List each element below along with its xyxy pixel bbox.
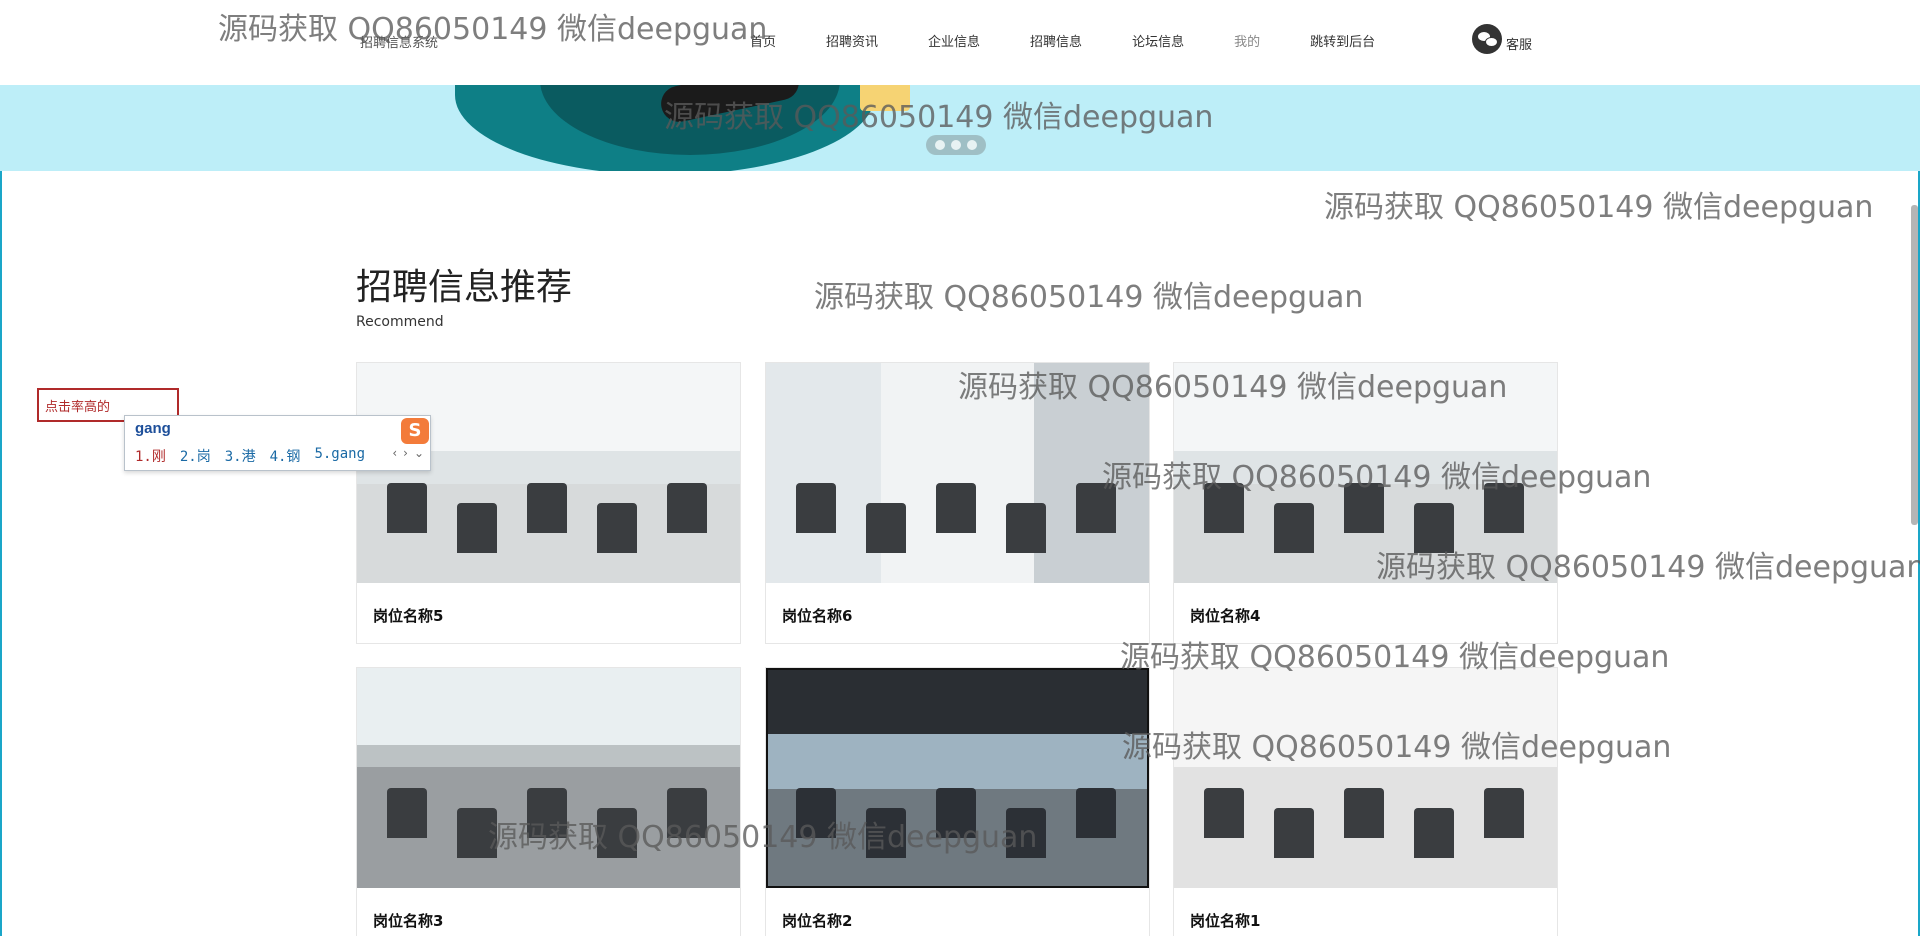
section-subtitle: Recommend bbox=[356, 314, 444, 330]
ime-candidate[interactable]: 4.钢 bbox=[270, 446, 301, 466]
office-chair-shape bbox=[1344, 788, 1384, 838]
ime-candidate[interactable]: 5.gang bbox=[314, 446, 365, 466]
office-chair-shape bbox=[866, 808, 906, 858]
sogou-ime-logo: S bbox=[401, 418, 429, 444]
job-card-image[interactable] bbox=[766, 668, 1149, 888]
chevron-left-icon[interactable]: ‹ bbox=[392, 446, 397, 460]
job-card-image[interactable] bbox=[357, 363, 740, 583]
office-chair-shape bbox=[1274, 503, 1314, 553]
office-chair-shape bbox=[667, 788, 707, 838]
main-nav: 首页 招聘资讯 企业信息 招聘信息 论坛信息 我的 跳转到后台 bbox=[750, 31, 1425, 50]
office-chair-shape bbox=[527, 483, 567, 533]
job-card-image[interactable] bbox=[766, 363, 1149, 583]
job-card-title[interactable]: 岗位名称5 bbox=[357, 583, 740, 648]
job-card[interactable]: 岗位名称3 bbox=[356, 667, 741, 936]
nav-item[interactable]: 招聘资讯 bbox=[826, 31, 878, 50]
job-card[interactable]: 岗位名称1 bbox=[1173, 667, 1558, 936]
nav-item[interactable]: 招聘信息 bbox=[1030, 31, 1082, 50]
vertical-scrollbar[interactable] bbox=[1911, 205, 1918, 525]
job-card-title[interactable]: 岗位名称6 bbox=[766, 583, 1149, 648]
office-chair-shape bbox=[1344, 483, 1384, 533]
chevron-right-icon[interactable]: › bbox=[403, 446, 408, 460]
job-card-image[interactable] bbox=[1174, 668, 1557, 888]
service-label[interactable]: 客服 bbox=[1506, 34, 1532, 53]
banner-decoration-accent bbox=[860, 85, 910, 111]
job-card-image[interactable] bbox=[357, 668, 740, 888]
ime-page-arrows: ‹ › ⌄ bbox=[392, 446, 424, 460]
carousel-dot[interactable] bbox=[951, 140, 961, 150]
nav-item[interactable]: 跳转到后台 bbox=[1310, 31, 1375, 50]
watermark: 源码获取 QQ86050149 微信deepguan bbox=[1324, 190, 1874, 225]
office-chair-shape bbox=[527, 788, 567, 838]
job-card[interactable]: 岗位名称6 bbox=[765, 362, 1150, 644]
office-chair-shape bbox=[1414, 503, 1454, 553]
ime-candidate[interactable]: 3.港 bbox=[225, 446, 256, 466]
office-chair-shape bbox=[597, 503, 637, 553]
office-chair-shape bbox=[796, 788, 836, 838]
ime-candidate-window[interactable]: gang S 1.刚 2.岗 3.港 4.钢 5.gang ‹ › ⌄ bbox=[124, 415, 431, 471]
chevron-down-icon[interactable]: ⌄ bbox=[414, 446, 424, 460]
job-card-title[interactable]: 岗位名称1 bbox=[1174, 888, 1557, 936]
carousel-dots bbox=[926, 135, 986, 155]
office-chair-shape bbox=[1484, 483, 1524, 533]
job-card[interactable]: 岗位名称4 bbox=[1173, 362, 1558, 644]
ime-candidate-list: 1.刚 2.岗 3.港 4.钢 5.gang bbox=[135, 446, 365, 466]
section-title: 招聘信息推荐 bbox=[356, 267, 573, 308]
office-chair-shape bbox=[1076, 788, 1116, 838]
office-chair-shape bbox=[1414, 808, 1454, 858]
ime-candidate[interactable]: 2.岗 bbox=[180, 446, 211, 466]
job-card-image[interactable] bbox=[1174, 363, 1557, 583]
nav-item[interactable]: 论坛信息 bbox=[1132, 31, 1184, 50]
office-chair-shape bbox=[387, 788, 427, 838]
office-chair-shape bbox=[667, 483, 707, 533]
job-card-title[interactable]: 岗位名称3 bbox=[357, 888, 740, 936]
job-card-title[interactable]: 岗位名称2 bbox=[766, 888, 1149, 936]
office-chair-shape bbox=[457, 503, 497, 553]
office-chair-shape bbox=[936, 788, 976, 838]
office-chair-shape bbox=[796, 483, 836, 533]
ime-pinyin: gang bbox=[135, 420, 171, 437]
job-card[interactable]: 岗位名称5 bbox=[356, 362, 741, 644]
carousel-dot[interactable] bbox=[967, 140, 977, 150]
office-chair-shape bbox=[1006, 503, 1046, 553]
watermark: 源码获取 QQ86050149 微信deepguan bbox=[814, 280, 1364, 315]
office-chair-shape bbox=[1274, 808, 1314, 858]
office-chair-shape bbox=[457, 808, 497, 858]
office-chair-shape bbox=[936, 483, 976, 533]
banner-carousel[interactable] bbox=[0, 85, 1920, 171]
nav-item[interactable]: 我的 bbox=[1234, 31, 1260, 50]
office-chair-shape bbox=[1076, 483, 1116, 533]
customer-service[interactable]: 客服 bbox=[1472, 24, 1532, 54]
office-chair-shape bbox=[1204, 788, 1244, 838]
office-chair-shape bbox=[1484, 788, 1524, 838]
site-brand[interactable]: 招聘信息系统 bbox=[360, 32, 438, 51]
job-card[interactable]: 岗位名称2 bbox=[765, 667, 1150, 936]
top-header: 招聘信息系统 首页 招聘资讯 企业信息 招聘信息 论坛信息 我的 跳转到后台 客服 bbox=[0, 0, 1920, 85]
office-chair-shape bbox=[1204, 483, 1244, 533]
office-chair-shape bbox=[387, 483, 427, 533]
nav-item[interactable]: 企业信息 bbox=[928, 31, 980, 50]
nav-item[interactable]: 首页 bbox=[750, 31, 776, 50]
office-chair-shape bbox=[1006, 808, 1046, 858]
office-chair-shape bbox=[866, 503, 906, 553]
ime-candidate[interactable]: 1.刚 bbox=[135, 446, 166, 466]
wechat-icon[interactable] bbox=[1472, 24, 1502, 54]
carousel-dot[interactable] bbox=[935, 140, 945, 150]
office-chair-shape bbox=[597, 808, 637, 858]
job-card-title[interactable]: 岗位名称4 bbox=[1174, 583, 1557, 648]
